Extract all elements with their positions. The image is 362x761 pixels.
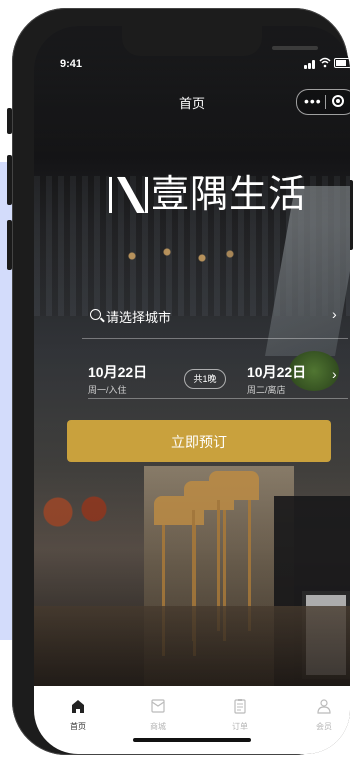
battery-icon	[334, 58, 350, 68]
chevron-right-icon: ›	[332, 306, 337, 322]
checkout-date[interactable]: 10月22日 周二/离店	[247, 362, 306, 396]
search-icon	[90, 309, 101, 320]
miniprogram-capsule[interactable]: •••	[296, 89, 350, 115]
app-screen: 9:41 首页 ••• 壹隅生活 请选择城市 › 10月22日 周一/入住 共1…	[34, 26, 350, 754]
tab-member[interactable]: 会员	[304, 698, 344, 732]
status-icons	[304, 55, 350, 69]
tab-home-label: 首页	[70, 722, 86, 731]
nights-badge: 共1晚	[184, 369, 226, 389]
checkin-date-value: 10月22日	[88, 364, 148, 380]
device-notch	[122, 26, 318, 56]
city-placeholder: 请选择城市	[106, 310, 172, 325]
city-selector[interactable]: 请选择城市 ›	[82, 304, 348, 328]
logo-mark-icon	[109, 177, 148, 213]
checkin-date-label: 周一/入住	[88, 385, 127, 395]
divider	[82, 338, 348, 339]
tab-home[interactable]: 首页	[58, 698, 98, 732]
clipboard-icon	[234, 699, 246, 714]
checkin-date[interactable]: 10月22日 周一/入住	[88, 362, 147, 396]
user-icon	[317, 699, 331, 714]
divider	[88, 398, 348, 399]
book-now-button[interactable]: 立即预订	[67, 420, 331, 462]
signal-icon	[304, 65, 307, 69]
hero-background-image	[34, 26, 350, 686]
more-icon[interactable]: •••	[304, 93, 322, 109]
tab-member-label: 会员	[316, 722, 332, 731]
home-indicator[interactable]	[133, 738, 251, 742]
wifi-icon	[319, 57, 331, 68]
tab-orders-label: 订单	[232, 722, 248, 731]
close-miniprogram-icon[interactable]	[332, 95, 344, 107]
checkout-date-value: 10月22日	[247, 364, 307, 380]
home-icon	[72, 700, 84, 713]
chevron-right-icon[interactable]: ›	[332, 366, 337, 382]
phone-frame: 9:41 首页 ••• 壹隅生活 请选择城市 › 10月22日 周一/入住 共1…	[12, 8, 350, 755]
tab-orders[interactable]: 订单	[220, 698, 260, 732]
brand-name: 壹隅生活	[151, 174, 308, 216]
tab-mall[interactable]: 商城	[138, 698, 178, 732]
checkout-date-label: 周二/离店	[247, 385, 286, 395]
tab-bar: 首页 商城 订单 会员	[34, 686, 350, 754]
status-time: 9:41	[60, 58, 83, 70]
tab-mall-label: 商城	[150, 722, 166, 731]
mail-icon	[151, 699, 165, 713]
